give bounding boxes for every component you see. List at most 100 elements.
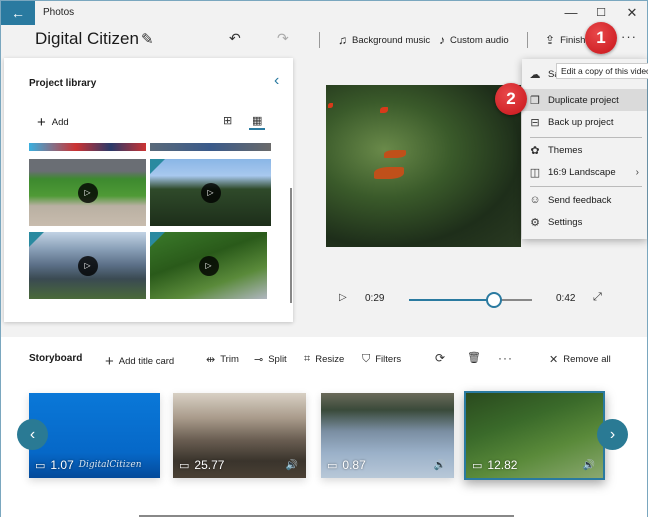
resize-label: Resize — [315, 354, 345, 365]
library-thumbnail[interactable] — [29, 143, 146, 151]
more-options-menu: ☁ Save to cloud ❐ Duplicate project ⊟ Ba… — [522, 59, 647, 239]
seek-slider[interactable] — [409, 292, 532, 308]
add-media-button[interactable]: + Add — [37, 114, 69, 131]
small-grid-view-icon[interactable]: ▦ — [252, 114, 262, 127]
storyboard-clip[interactable]: ▭ 25.77 🔊 — [173, 393, 306, 478]
seek-thumb[interactable] — [485, 292, 502, 308]
clip-meta: ▭ 25.77 — [179, 458, 224, 472]
rename-pencil-icon[interactable]: ✎ — [141, 30, 154, 48]
aspect-ratio-icon: ◫ — [529, 166, 541, 179]
speaker-icon[interactable]: 🔊 — [583, 460, 595, 471]
menu-item-themes[interactable]: ✿ Themes — [522, 139, 647, 161]
collapse-chevron-icon[interactable]: ‹ — [274, 72, 279, 90]
motion-icon[interactable]: ⟳ — [435, 351, 445, 365]
storyboard-clip[interactable]: ▭ 1.07 DigitalCitizen — [29, 393, 160, 478]
library-title: Project library — [29, 78, 97, 89]
menu-item-back-up-project[interactable]: ⊟ Back up project — [522, 111, 647, 133]
storyboard-clip-selected[interactable]: ▭ 12.82 🔊 — [464, 391, 605, 480]
menu-item-duplicate-project[interactable]: ❐ Duplicate project — [522, 89, 647, 111]
filters-button[interactable]: ⛉ Filters — [362, 353, 401, 366]
chevron-left-icon: ‹ — [29, 425, 36, 443]
video-clip-icon: ▭ — [327, 459, 338, 472]
cloud-upload-icon: ☁ — [529, 68, 541, 81]
close-button[interactable]: ✕ — [622, 5, 642, 21]
watermark-text: DigitalCitizen — [78, 460, 142, 470]
split-icon: ⊸ — [254, 354, 264, 366]
scroll-right-button[interactable]: › — [597, 419, 628, 450]
play-button[interactable]: ▷ — [339, 292, 347, 303]
library-thumbnail[interactable]: ▷ — [29, 159, 146, 226]
menu-item-settings[interactable]: ⚙ Settings — [522, 211, 647, 233]
redo-icon[interactable]: ↷ — [277, 30, 289, 47]
back-arrow-icon: ← — [11, 5, 25, 21]
chevron-right-icon: › — [635, 166, 639, 178]
project-library-panel: Project library ‹ + Add ⊞ ▦ ▷ ▷ ▷ ▷ — [4, 58, 293, 322]
clip-duration: 25.77 — [194, 458, 225, 472]
library-thumbnail[interactable]: ▷ — [29, 232, 146, 299]
menu-item-label: 16:9 Landscape — [548, 166, 616, 178]
music-note-icon: ♫ — [338, 33, 347, 47]
seek-progress — [409, 299, 494, 301]
trim-label: Trim — [220, 354, 239, 365]
more-options-button[interactable]: ··· — [621, 29, 637, 44]
menu-item-label: Settings — [548, 216, 583, 228]
library-scrollbar[interactable] — [290, 188, 292, 303]
chevron-right-icon: › — [609, 425, 616, 443]
archive-icon: ⊟ — [530, 116, 540, 129]
back-button[interactable]: ← — [1, 1, 35, 25]
remove-all-button[interactable]: ✕ Remove all — [549, 353, 611, 366]
video-clip-icon: ▭ — [472, 459, 483, 472]
storyboard-clip[interactable]: ▭ 0.87 🔊 — [321, 393, 454, 478]
library-thumbnail[interactable] — [150, 143, 271, 151]
share-export-icon: ⇪ — [545, 33, 556, 47]
custom-audio-button[interactable]: ♪ Custom audio — [439, 33, 509, 47]
gear-icon: ⚙ — [530, 216, 540, 229]
scroll-left-button[interactable]: ‹ — [17, 419, 48, 450]
fullscreen-icon[interactable]: ⤢ — [593, 291, 602, 304]
trim-icon: ⇹ — [206, 354, 216, 366]
menu-item-label: Send feedback — [548, 194, 612, 206]
split-label: Split — [268, 354, 287, 365]
add-title-card-label: Add title card — [118, 356, 175, 367]
step-badge-1: 1 — [585, 22, 617, 54]
library-thumbnail[interactable]: ▷ — [150, 159, 271, 226]
clip-duration: 1.07 — [50, 458, 74, 472]
filters-icon: ⛉ — [362, 353, 371, 365]
minimize-button[interactable]: — — [561, 5, 581, 20]
storyboard-title: Storyboard — [29, 353, 83, 364]
speaker-icon[interactable]: 🔊 — [286, 460, 298, 471]
add-title-card-button[interactable]: + Add title card — [105, 353, 174, 370]
speaker-icon[interactable]: 🔊 — [434, 460, 446, 471]
split-button[interactable]: ⊸ Split — [254, 353, 287, 366]
step-badge-2: 2 — [495, 83, 527, 115]
menu-item-aspect-ratio[interactable]: ◫ 16:9 Landscape › — [522, 161, 647, 183]
undo-icon[interactable]: ↶ — [229, 30, 241, 47]
play-icon: ▷ — [200, 182, 221, 203]
in-use-corner-marker — [150, 159, 165, 174]
background-music-button[interactable]: ♫ Background music — [338, 33, 430, 47]
more-icon[interactable]: ··· — [498, 351, 513, 365]
menu-item-send-feedback[interactable]: ☺ Send feedback — [522, 189, 647, 211]
play-icon: ▷ — [198, 255, 219, 276]
play-icon: ▷ — [77, 182, 98, 203]
remove-all-label: Remove all — [563, 354, 611, 365]
app-name: Photos — [43, 7, 75, 18]
clip-duration: 0.87 — [342, 458, 366, 472]
x-icon: ✕ — [549, 354, 559, 366]
video-preview[interactable] — [326, 85, 521, 247]
library-thumbnail[interactable]: ▷ — [150, 232, 267, 299]
playback-controls: ▷ 0:29 0:42 ⤢ — [321, 289, 621, 309]
large-grid-view-icon[interactable]: ⊞ — [223, 114, 232, 127]
resize-button[interactable]: ⌗ Resize — [304, 353, 344, 366]
trim-button[interactable]: ⇹ Trim — [206, 353, 239, 366]
plus-icon: + — [105, 353, 114, 370]
background-music-label: Background music — [352, 34, 431, 46]
clip-meta: ▭ 1.07 DigitalCitizen — [35, 458, 141, 472]
leaf-overlay — [374, 167, 404, 179]
menu-divider — [530, 137, 642, 138]
leaf-overlay — [328, 103, 333, 108]
delete-icon[interactable]: 🗑 — [467, 351, 481, 364]
clip-duration: 12.82 — [487, 458, 518, 472]
toolbar-divider — [527, 32, 528, 48]
maximize-button[interactable]: ☐ — [591, 6, 611, 19]
